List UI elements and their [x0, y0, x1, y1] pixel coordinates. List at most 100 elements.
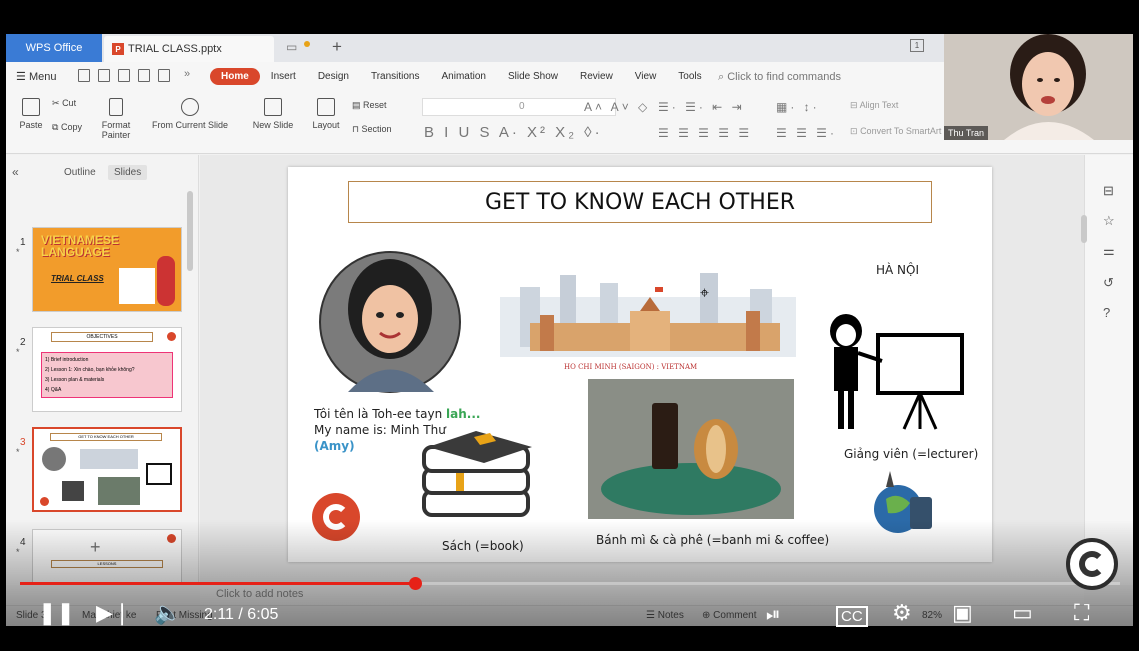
save-icon[interactable] [98, 69, 110, 82]
panel-scrollbar[interactable] [187, 191, 193, 271]
slide-thumb-1[interactable]: VIETNAMESE LANGUAGE TRIAL CLASS [32, 227, 182, 312]
tab-slides[interactable]: Slides [108, 165, 148, 180]
list-group[interactable]: ☰· ☰· ⇤ ⇥ [658, 100, 745, 114]
books-image [422, 431, 532, 517]
vietnam-map-icon [157, 256, 175, 306]
new-tab-plus-icon[interactable]: + [332, 37, 342, 57]
logo-icon [167, 332, 176, 341]
thumb-2-list: 1) Brief introduction 2) Lesson 1: Xin c… [41, 352, 173, 398]
search-icon: ⌕ [718, 71, 725, 83]
settings-gear-icon[interactable]: ⚙ [892, 600, 912, 626]
tab-outline[interactable]: Outline [58, 165, 102, 180]
tab-tools[interactable]: Tools [667, 68, 712, 85]
section-icon: ⊓ [352, 124, 360, 134]
slide-title[interactable]: GET TO KNOW EACH OTHER [348, 181, 932, 223]
print-preview-icon[interactable] [158, 69, 170, 82]
autoplay-toggle-icon[interactable]: ⏯ [766, 604, 780, 625]
notes-toggle[interactable]: ☰ Notes [646, 610, 684, 621]
export-pdf-icon[interactable] [118, 69, 130, 82]
properties-icon[interactable]: ⚌ [1103, 243, 1115, 259]
channel-logo-mark [1079, 551, 1105, 577]
reset-button[interactable]: ▤ Reset [352, 100, 402, 111]
video-scrubber-handle[interactable] [408, 577, 422, 590]
zoom-level[interactable]: 82% [922, 610, 942, 621]
webcam-overlay: Thu Tran [944, 34, 1133, 140]
paste-button[interactable]: Paste [14, 98, 48, 130]
video-progress-bar[interactable] [20, 577, 1120, 590]
add-plus-icon[interactable]: + [90, 537, 101, 558]
layout-button[interactable]: Layout [306, 98, 346, 130]
next-icon[interactable]: ▶❘ [96, 600, 131, 626]
smartart-icon: ⊡ [850, 126, 858, 136]
tab-review[interactable]: Review [569, 68, 624, 85]
copy-button[interactable]: ⧉ Copy [52, 122, 96, 133]
menu-button[interactable]: ☰ Menu [16, 70, 56, 83]
tab-animation[interactable]: Animation [431, 68, 497, 85]
history-icon[interactable]: ↺ [1103, 275, 1114, 291]
comment-toggle[interactable]: ⊕ Comment [702, 610, 757, 621]
cut-label: Cut [62, 98, 77, 108]
spacing-group[interactable]: ☰ ☰ ☰· [776, 126, 837, 140]
tab-design[interactable]: Design [307, 68, 360, 85]
logo-icon [167, 534, 176, 543]
captions-icon[interactable]: CC [836, 606, 868, 627]
slide-thumb-4[interactable]: LESSONS [32, 529, 182, 585]
tab-view[interactable]: View [624, 68, 668, 85]
format-painter-button[interactable]: Format Painter [98, 98, 134, 140]
slide-layout-icon[interactable]: ⊟ [1103, 183, 1114, 199]
paste-icon [22, 98, 40, 116]
document-tab[interactable]: P TRIAL CLASS.pptx [104, 36, 274, 62]
align-text-button[interactable]: ⊟ Align Text [850, 100, 930, 111]
city-skyline-image [500, 273, 796, 357]
current-slide[interactable]: GET TO KNOW EACH OTHER Tôi tên là Toh-ee… [288, 167, 992, 562]
intro-line-3: (Amy) [314, 439, 355, 453]
city-caption: HO CHI MINH (SAIGON) : VIETNAM [564, 363, 698, 371]
lecturer-label: Giảng viên (=lecturer) [844, 447, 979, 461]
from-current-slide-button[interactable]: From Current Slide [146, 98, 234, 130]
layout-label: Layout [312, 120, 340, 130]
slide-scrollbar[interactable] [1081, 215, 1087, 243]
document-tab-label: TRIAL CLASS.pptx [128, 43, 222, 55]
help-icon[interactable]: ? [1103, 305, 1110, 320]
find-commands[interactable]: ⌕ Click to find commands [718, 71, 841, 84]
slide-thumb-3[interactable]: GET TO KNOW EACH OTHER [32, 427, 182, 512]
volume-icon[interactable]: 🔈 [154, 600, 181, 626]
open-file-icon[interactable] [78, 69, 90, 82]
wps-office-tab[interactable]: WPS Office [6, 34, 102, 62]
align-group[interactable]: ☰ ☰ ☰ ☰ ☰ [658, 126, 752, 140]
animation-icon[interactable]: ☆ [1103, 213, 1115, 229]
animation-star-icon: * [16, 447, 20, 457]
font-style-group[interactable]: B I U S A· X² X₂ ◊· [424, 124, 603, 141]
direction-group[interactable]: ▦· ↕· [776, 100, 820, 114]
tab-home[interactable]: Home [210, 68, 260, 85]
section-button[interactable]: ⊓ Section [352, 124, 412, 135]
thumb-2-item: 3) Lesson plan & materials [45, 377, 105, 383]
ribbon-tabs: Home Insert Design Transitions Animation… [210, 68, 713, 85]
collapse-panel-icon[interactable]: « [12, 165, 19, 179]
mouse-cursor-icon: ⌖ [700, 285, 710, 302]
pause-icon[interactable]: ❚❚ [38, 600, 75, 626]
convert-smartart-button[interactable]: ⊡ Convert To SmartArt [850, 126, 944, 137]
presenter-video [944, 34, 1133, 140]
slide-thumb-2[interactable]: OBJECTIVES 1) Brief introduction 2) Less… [32, 327, 182, 412]
notes-placeholder: Click to add notes [216, 588, 304, 600]
more-chevron-icon[interactable]: » [184, 68, 190, 80]
tab-insert[interactable]: Insert [260, 68, 307, 85]
reset-label: Reset [363, 100, 387, 110]
font-grow-group[interactable]: A˄ A˅ ◇ [584, 100, 650, 114]
channel-logo-icon[interactable] [1066, 538, 1118, 590]
thumb-3-avatar [42, 447, 66, 471]
theater-mode-icon[interactable]: ▭ [1012, 600, 1033, 626]
fullscreen-icon[interactable]: ⛶ [1074, 600, 1089, 626]
travel-image [874, 471, 932, 533]
tab-transitions[interactable]: Transitions [360, 68, 431, 85]
print-icon[interactable] [138, 69, 150, 82]
miniplayer-icon[interactable]: ▣ [952, 600, 973, 626]
new-slide-button[interactable]: New Slide [248, 98, 298, 130]
animation-star-icon: * [16, 247, 20, 257]
tab-slide-show[interactable]: Slide Show [497, 68, 569, 85]
window-count-icon[interactable]: 1 [910, 39, 924, 52]
cut-button[interactable]: ✂ Cut [52, 98, 92, 109]
monitor-icon[interactable]: ▭ [286, 40, 297, 54]
thumb-2-item: 2) Lesson 1: Xin chào, bạn khỏe không? [45, 367, 135, 373]
